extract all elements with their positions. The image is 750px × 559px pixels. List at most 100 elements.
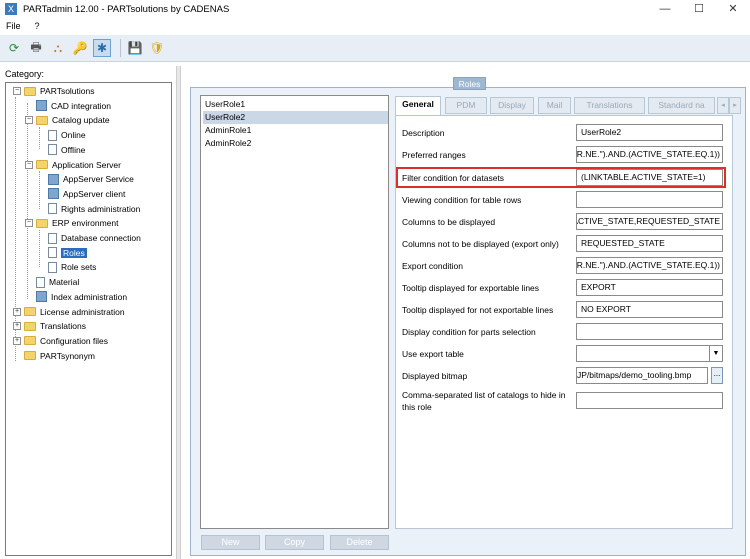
folder-icon [24,321,36,331]
tooltip-exportable-label: Tooltip displayed for exportable lines [402,283,540,293]
gear-icon [48,188,59,200]
viewing-condition-input[interactable] [576,191,723,208]
expand-icon[interactable]: + [13,307,21,316]
tree-item[interactable]: + Configuration files [13,334,108,348]
tree-item[interactable]: Rights administration [37,202,140,216]
menu-bar: File ? [0,18,750,34]
tree-item[interactable]: Database connection [37,231,141,245]
tree-item[interactable]: + Translations [13,319,86,333]
folder-icon [36,115,48,125]
refresh-icon[interactable]: ⟳ [5,39,23,57]
category-label: Category: [5,69,45,79]
tree-item[interactable]: AppServer client [37,187,125,201]
tree-item[interactable]: AppServer Service [37,172,134,186]
tab-scroll-left[interactable]: ◂ [717,97,729,114]
save-icon[interactable]: 💾 [126,39,144,57]
browse-button[interactable]: ... [711,367,723,384]
tree-item[interactable]: CAD integration [25,99,111,113]
columns-displayed-label: Columns to be displayed [402,217,496,227]
tree-item-label: AppServer client [63,188,126,199]
tree-item-label: Translations [40,321,86,332]
tab-pdm[interactable]: PDM [445,97,487,114]
collapse-icon[interactable]: − [25,160,33,169]
tree-item[interactable]: PARTsynonym [13,349,95,363]
role-item[interactable]: UserRole1 [203,98,388,111]
document-icon [36,276,45,288]
role-item[interactable]: AdminRole2 [203,137,388,150]
new-button[interactable]: New [201,535,260,550]
roles-group-title: Roles [453,77,486,90]
expand-icon[interactable]: + [13,322,21,331]
use-export-table-label: Use export table [402,349,464,359]
keys-icon[interactable]: 🔑 [71,39,89,57]
copy-button[interactable]: Copy [265,535,324,550]
description-input[interactable]: UserRole2 [576,124,723,141]
title-bar: X PARTadmin 12.00 - PARTsolutions by CAD… [0,0,750,18]
menu-file[interactable]: File [6,21,21,31]
printer-icon[interactable]: 🖶 [27,39,45,57]
expand-icon[interactable]: + [13,336,21,345]
role-item[interactable]: AdminRole1 [203,124,388,137]
menu-help[interactable]: ? [35,21,40,31]
hidden-catalogs-label-line2: this role [402,402,432,412]
use-export-table-select[interactable]: ▼ [576,345,723,362]
displayed-bitmap-input[interactable]: JP/bitmaps/demo_tooling.bmp [576,367,708,384]
maximize-button[interactable]: ☐ [682,0,716,18]
tree-item[interactable]: − Catalog update [25,113,110,127]
tooltip-exportable-input[interactable]: EXPORT [576,279,723,296]
export-condition-input[interactable]: ER.NE.'').AND.(ACTIVE_STATE.EQ.1)) [576,257,723,274]
tree-item[interactable]: − ERP environment [25,216,118,230]
folder-icon [24,336,36,346]
tab-standard-names[interactable]: Standard na [648,97,715,114]
folder-icon [36,160,48,169]
hidden-catalogs-input[interactable] [576,392,723,409]
role-item-selected[interactable]: UserRole2 [203,111,388,124]
tab-display[interactable]: Display [490,97,534,114]
tooltip-not-exportable-input[interactable]: NO EXPORT [576,301,723,318]
tree-item-label: Online [61,130,86,141]
tab-translations[interactable]: Translations [574,97,645,114]
description-label: Description [402,128,445,138]
tree-item[interactable]: Online [37,128,86,142]
tree-item[interactable]: Material [25,275,79,289]
collapse-icon[interactable]: − [25,116,33,125]
gear-icon [48,173,59,185]
columns-displayed-value: E,ACTIVE_STATE,REQUESTED_STATE [576,216,720,226]
tree-item[interactable]: − Application Server [25,158,121,172]
folder-icon [24,86,36,96]
tree-item[interactable]: + License administration [13,305,125,319]
tree-item[interactable]: Role sets [37,260,96,274]
collapse-icon[interactable]: − [25,219,33,228]
collapse-icon[interactable]: − [13,87,21,95]
tab-mail[interactable]: Mail [538,97,571,114]
app-icon: X [5,3,17,15]
columns-not-displayed-input[interactable]: REQUESTED_STATE [576,235,723,252]
tab-general[interactable]: General [395,96,441,115]
chevron-down-icon[interactable]: ▼ [709,346,722,361]
preferred-ranges-input[interactable]: ER.NE.'').AND.(ACTIVE_STATE.EQ.1)) [576,146,723,163]
columns-displayed-input[interactable]: E,ACTIVE_STATE,REQUESTED_STATE [576,213,723,230]
tab-scroll-right[interactable]: ▸ [729,97,741,114]
tree-item-label: Application Server [52,159,121,170]
close-button[interactable]: ✕ [716,0,750,18]
shield-icon[interactable]: 🛡 [148,39,166,57]
tree-item[interactable]: Roles [37,246,87,260]
settings-icon[interactable]: ✱ [93,39,111,57]
tree-item-label: Roles [61,247,87,258]
document-icon [48,247,57,259]
delete-button[interactable]: Delete [330,535,389,550]
toolbar-separator [120,39,121,57]
tree-item[interactable]: − PARTsolutions [13,84,95,98]
tree-item-label: Configuration files [40,335,109,346]
tree-item-label: PARTsynonym [40,350,95,361]
role-list[interactable]: UserRole1 UserRole2 AdminRole1 AdminRole… [200,95,389,529]
parts-selection-condition-input[interactable] [576,323,723,340]
minimize-button[interactable]: — [648,0,682,18]
displayed-bitmap-value: JP/bitmaps/demo_tooling.bmp [577,370,692,380]
tree-item[interactable]: Index administration [25,290,127,304]
columns-not-displayed-label: Columns not to be displayed (export only… [402,239,559,249]
hierarchy-icon[interactable]: ⛬ [49,39,67,57]
tooltip-not-exportable-label: Tooltip displayed for not exportable lin… [402,305,554,315]
panel-splitter[interactable] [176,66,181,559]
tree-item[interactable]: Offline [37,143,85,157]
